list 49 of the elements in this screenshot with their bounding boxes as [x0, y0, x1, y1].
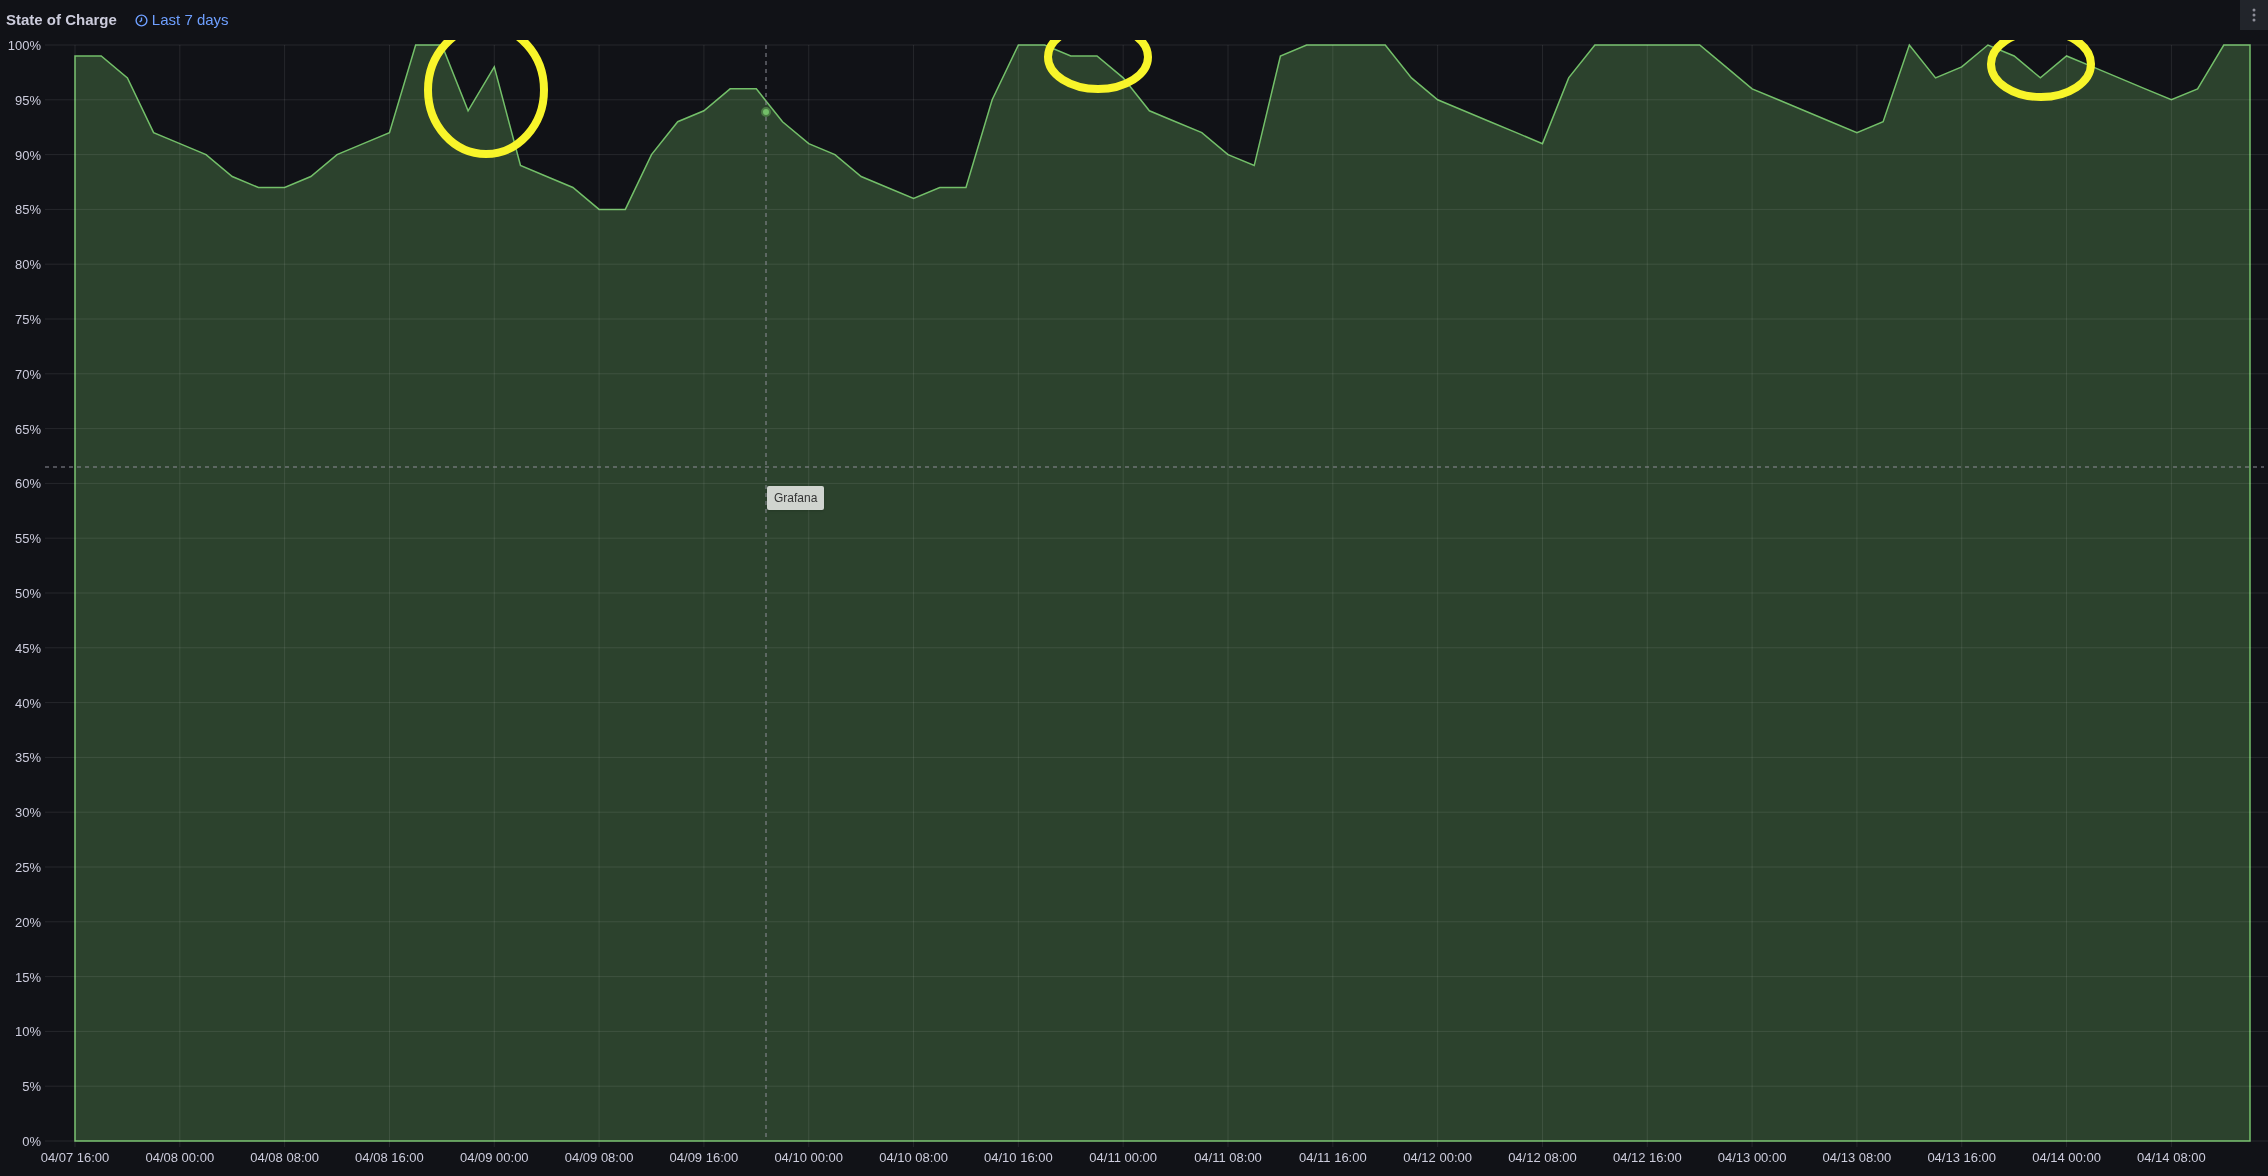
x-axis-label: 04/11 00:00 — [1089, 1150, 1158, 1165]
y-axis-label: 85% — [14, 202, 41, 218]
x-axis-label: 04/13 16:00 — [1927, 1150, 1997, 1165]
x-axis-label: 04/07 16:00 — [40, 1150, 110, 1165]
y-axis-label: 55% — [14, 531, 41, 547]
y-axis-label: 15% — [14, 969, 41, 985]
menu-button[interactable] — [2240, 0, 2268, 30]
x-axis-label: 04/10 08:00 — [879, 1150, 948, 1165]
x-axis-label: 04/13 00:00 — [1717, 1150, 1787, 1165]
y-axis-label: 65% — [14, 421, 41, 437]
tooltip: Grafana — [767, 486, 825, 510]
y-axis-label: 95% — [14, 92, 41, 108]
panel-title: State of Charge — [6, 9, 117, 30]
y-axis-label: 50% — [14, 586, 41, 601]
x-axis-label: 04/11 16:00 — [1298, 1150, 1367, 1165]
y-axis-label: 40% — [14, 695, 41, 711]
x-axis-label: 04/11 08:00 — [1194, 1150, 1262, 1165]
y-axis-label: 45% — [14, 640, 41, 656]
y-axis-label: 60% — [14, 476, 41, 492]
y-axis-label: 100% — [7, 40, 41, 53]
y-axis-label: 80% — [14, 257, 41, 273]
x-axis-label: 04/10 16:00 — [984, 1150, 1053, 1165]
x-axis-label: 04/08 16:00 — [355, 1150, 424, 1165]
x-axis-label: 04/13 08:00 — [1822, 1150, 1892, 1165]
x-axis-label: 04/08 08:00 — [250, 1150, 319, 1165]
hover-point — [761, 107, 771, 117]
x-axis-label: 04/09 08:00 — [564, 1150, 634, 1165]
x-axis-label: 04/08 00:00 — [145, 1150, 215, 1165]
y-axis-label: 25% — [14, 860, 41, 875]
more-vertical-icon — [2252, 8, 2256, 22]
x-axis-label: 04/09 00:00 — [459, 1150, 529, 1165]
time-range-link[interactable]: Last 7 days — [134, 8, 229, 32]
x-axis-label: 04/12 08:00 — [1508, 1150, 1577, 1165]
x-axis-label: 04/14 00:00 — [2032, 1150, 2101, 1165]
y-axis-label: 70% — [14, 366, 41, 382]
y-axis-label: 30% — [14, 805, 41, 821]
x-axis-label: 04/14 08:00 — [2137, 1150, 2206, 1165]
y-axis-label: 20% — [14, 914, 41, 930]
y-axis-label: 0% — [22, 1134, 41, 1149]
y-axis-label: 10% — [14, 1024, 41, 1040]
x-axis-label: 04/12 16:00 — [1612, 1150, 1682, 1165]
y-axis-label: 5% — [22, 1079, 41, 1095]
x-axis-label: 04/10 00:00 — [774, 1150, 844, 1165]
y-axis-label: 35% — [14, 750, 41, 766]
y-axis-label: 75% — [14, 312, 41, 327]
y-axis-label: 90% — [14, 147, 41, 163]
clock-icon — [134, 13, 148, 27]
x-axis-label: 04/12 00:00 — [1403, 1150, 1472, 1165]
x-axis-label: 04/09 16:00 — [669, 1150, 739, 1165]
